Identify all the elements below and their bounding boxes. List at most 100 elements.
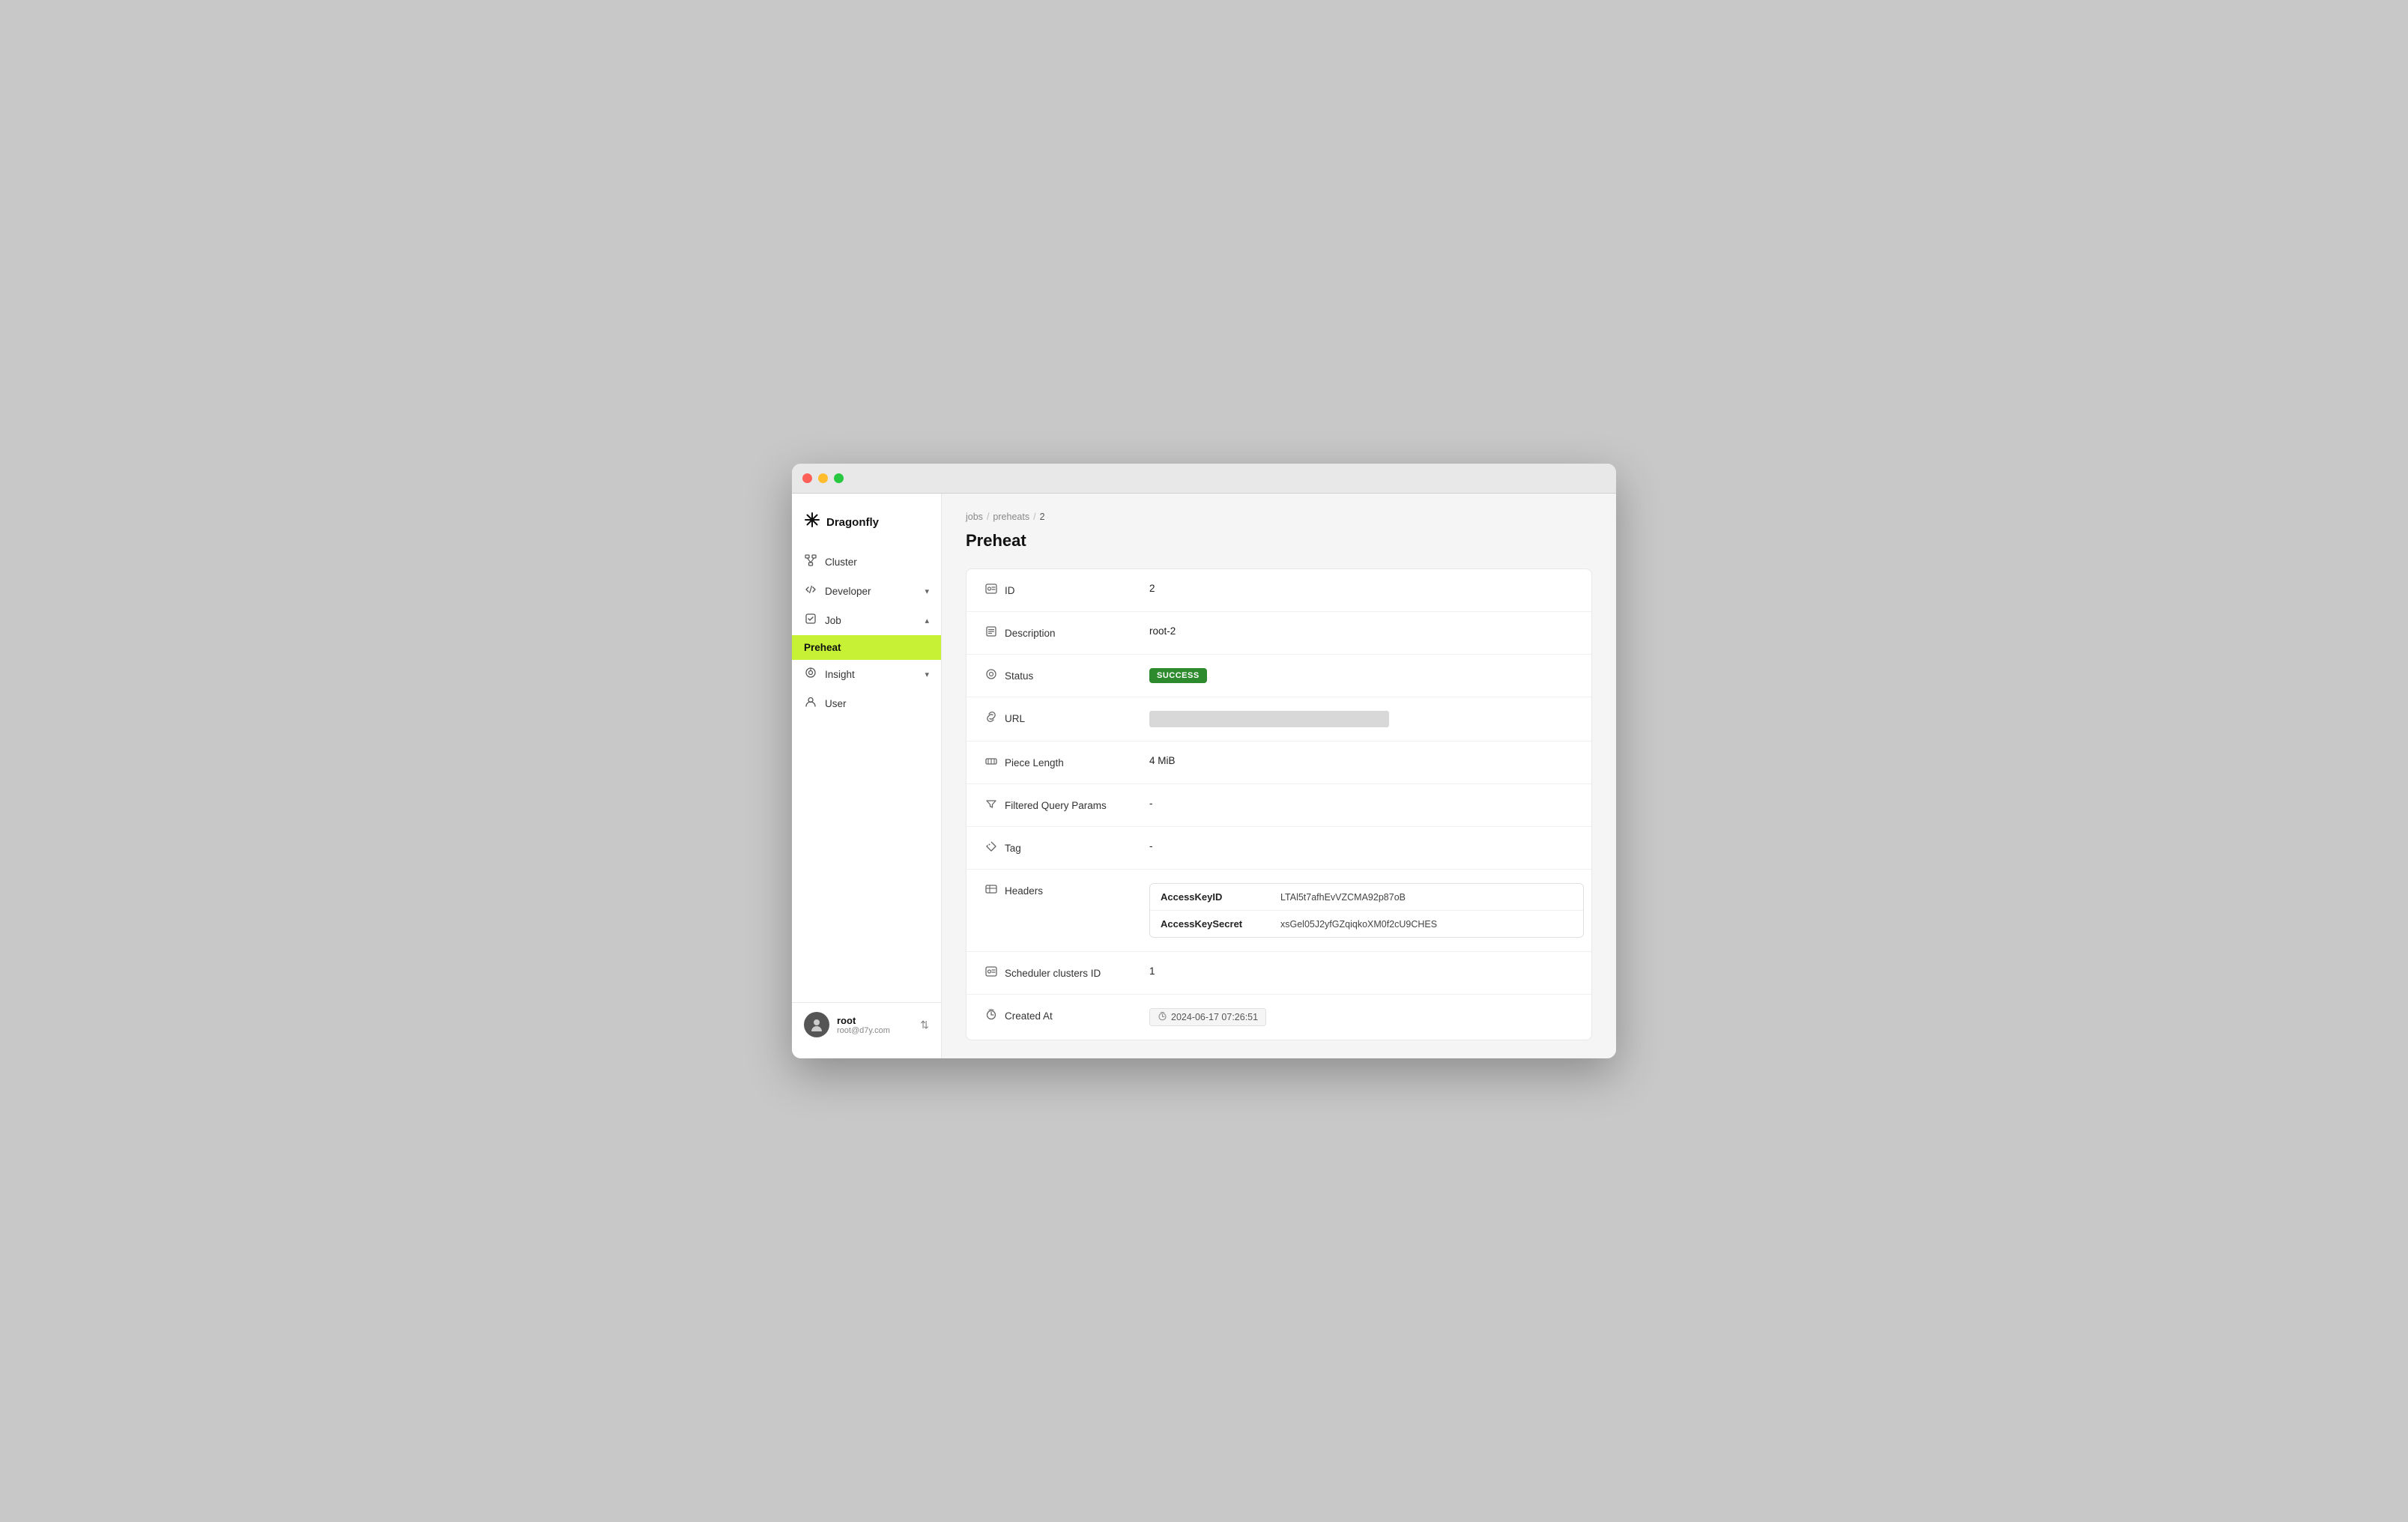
field-row-url: URL [966,697,1591,742]
headers-row-2: AccessKeySecret xsGel05J2yfGZqiqkoXM0f2c… [1150,911,1583,937]
cluster-label: Cluster [825,557,857,568]
user-info: root root@d7y.com [837,1015,913,1035]
piece-length-value: 4 MiB [1149,755,1573,766]
headers-label-text: Headers [1005,885,1043,897]
id-label-text: ID [1005,585,1015,596]
status-badge: SUCCESS [1149,668,1207,683]
maximize-button[interactable] [834,473,844,483]
sidebar-item-insight[interactable]: Insight ▾ [792,660,941,689]
sidebar-footer: root root@d7y.com ⇅ [792,1002,941,1046]
tag-icon [984,840,998,855]
piece-length-label-text: Piece Length [1005,757,1064,768]
sidebar-item-job[interactable]: Job ▴ [792,606,941,635]
user-name: root [837,1015,913,1026]
user-chevron-icon[interactable]: ⇅ [920,1019,929,1031]
created-at-icon [984,1008,998,1023]
preheat-detail-card: ID 2 [966,569,1592,1040]
headers-row-1: AccessKeyID LTAl5t7afhEvVZCMA92p87oB [1150,884,1583,911]
tag-label: Tag [984,840,1149,855]
created-at-value: 2024-06-17 07:26:51 [1149,1008,1573,1026]
headers-value: AccessKeyID LTAl5t7afhEvVZCMA92p87oB Acc… [1149,883,1584,938]
job-icon [804,613,817,628]
headers-label: Headers [984,883,1149,898]
id-icon [984,583,998,598]
app-window: Dragonfly Cluster [792,464,1616,1058]
created-at-label: Created At [984,1008,1149,1023]
url-icon [984,711,998,726]
breadcrumb-preheats[interactable]: preheats [993,512,1029,522]
cluster-icon [804,554,817,570]
close-button[interactable] [802,473,812,483]
url-value [1149,711,1573,727]
job-chevron-icon: ▴ [925,616,929,625]
minimize-button[interactable] [818,473,828,483]
field-row-scheduler-clusters-id: Scheduler clusters ID 1 [966,952,1591,995]
tag-label-text: Tag [1005,843,1021,854]
scheduler-clusters-id-label-text: Scheduler clusters ID [1005,968,1101,979]
filtered-query-params-value: - [1149,798,1573,809]
insight-label: Insight [825,669,855,680]
headers-icon [984,883,998,898]
developer-chevron-icon: ▾ [925,586,929,596]
sidebar-item-cluster[interactable]: Cluster [792,548,941,577]
filter-icon [984,798,998,813]
id-value: 2 [1149,583,1573,594]
sidebar-nav: Cluster Developer ▾ [792,548,941,1002]
scheduler-clusters-id-icon [984,965,998,980]
description-icon [984,625,998,640]
created-at-label-text: Created At [1005,1010,1053,1022]
breadcrumb: jobs / preheats / 2 [966,512,1592,522]
header-key-1: AccessKeyID [1161,891,1280,903]
insight-icon [804,667,817,682]
page-title: Preheat [966,531,1592,551]
scheduler-clusters-id-value: 1 [1149,965,1573,977]
description-value: root-2 [1149,625,1573,637]
field-row-status: Status SUCCESS [966,655,1591,697]
avatar [804,1012,829,1037]
id-label: ID [984,583,1149,598]
breadcrumb-sep-2: / [1033,512,1035,522]
titlebar [792,464,1616,494]
url-placeholder-bar [1149,711,1389,727]
description-label-text: Description [1005,628,1056,639]
breadcrumb-current: 2 [1040,512,1045,522]
sidebar-logo: Dragonfly [792,506,941,548]
preheat-label: Preheat [804,642,841,653]
developer-label: Developer [825,586,871,597]
developer-icon [804,583,817,599]
header-key-2: AccessKeySecret [1161,918,1280,930]
sidebar-item-preheat[interactable]: Preheat [792,635,941,660]
scheduler-clusters-id-label: Scheduler clusters ID [984,965,1149,980]
insight-chevron-icon: ▾ [925,670,929,679]
url-label: URL [984,711,1149,726]
field-row-id: ID 2 [966,569,1591,612]
timestamp-badge: 2024-06-17 07:26:51 [1149,1008,1266,1026]
piece-length-label: Piece Length [984,755,1149,770]
app-name: Dragonfly [826,516,879,529]
user-label: User [825,698,847,709]
sidebar-item-user[interactable]: User [792,689,941,718]
status-value: SUCCESS [1149,668,1573,683]
field-row-description: Description root-2 [966,612,1591,655]
job-label: Job [825,615,841,626]
piece-length-icon [984,755,998,770]
field-row-created-at: Created At 2024-06-17 07:26:51 [966,995,1591,1040]
sidebar-item-developer[interactable]: Developer ▾ [792,577,941,606]
header-val-2: xsGel05J2yfGZqiqkoXM0f2cU9CHES [1280,919,1437,930]
dragonfly-logo-icon [804,512,820,533]
description-label: Description [984,625,1149,640]
app-body: Dragonfly Cluster [792,494,1616,1058]
breadcrumb-sep-1: / [987,512,989,522]
breadcrumb-jobs[interactable]: jobs [966,512,983,522]
headers-table: AccessKeyID LTAl5t7afhEvVZCMA92p87oB Acc… [1149,883,1584,938]
status-label: Status [984,668,1149,683]
filtered-query-params-label: Filtered Query Params [984,798,1149,813]
main-content: jobs / preheats / 2 Preheat [942,494,1616,1058]
created-at-timestamp: 2024-06-17 07:26:51 [1171,1012,1258,1022]
field-row-tag: Tag - [966,827,1591,870]
status-icon [984,668,998,683]
user-email: root@d7y.com [837,1026,913,1035]
filtered-query-params-label-text: Filtered Query Params [1005,800,1107,811]
field-row-headers: Headers AccessKeyID LTAl5t7afhEvVZCMA92p… [966,870,1591,952]
user-icon [804,696,817,712]
